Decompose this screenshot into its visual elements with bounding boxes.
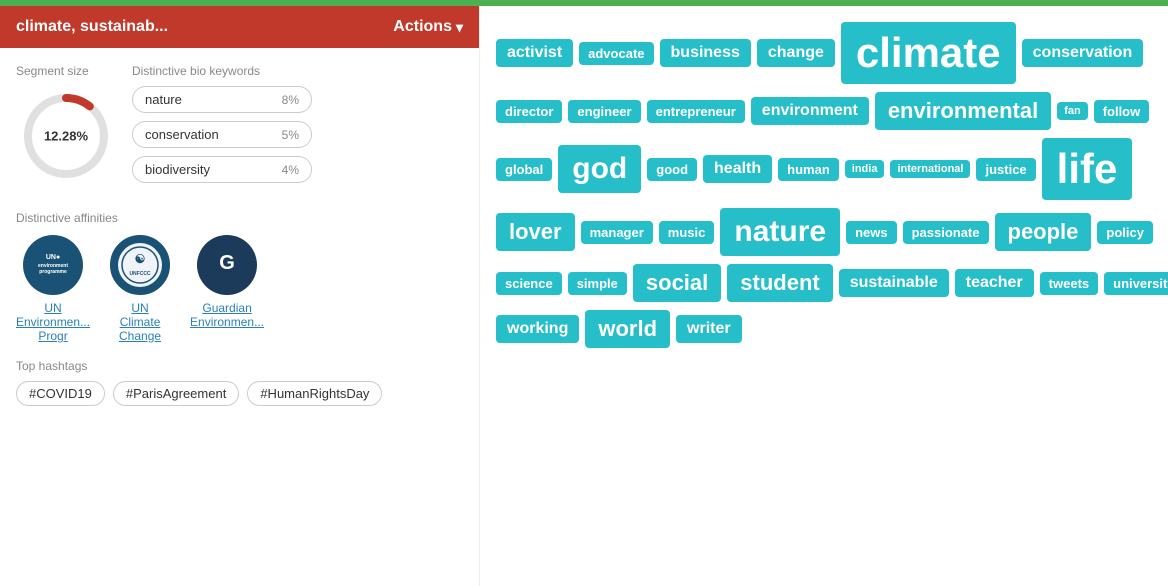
- tag-simple: simple: [568, 272, 627, 295]
- tag-university: university: [1104, 272, 1168, 295]
- affinity-logo-guardian: G: [197, 235, 257, 295]
- tag-international: international: [890, 160, 970, 178]
- tag-climate: climate: [841, 22, 1016, 84]
- tag-student: student: [727, 264, 832, 302]
- tag-social: social: [633, 264, 721, 302]
- tag-nature: nature: [720, 208, 840, 256]
- segment-header: climate, sustainab... Actions: [0, 6, 479, 48]
- segment-size-label: Segment size: [16, 64, 116, 78]
- tag-human: human: [778, 158, 839, 181]
- two-col-section: Segment size 12.28% Distinctive bio keyw…: [16, 64, 463, 191]
- tag-news: news: [846, 221, 897, 244]
- affinity-link-un-env[interactable]: UNEnvironmen...Progr: [16, 301, 90, 343]
- segment-title: climate, sustainab...: [16, 18, 168, 36]
- word-row-2: global godgood health human india internation…: [496, 138, 1152, 200]
- tag-health: health: [703, 155, 772, 183]
- tag-science: science: [496, 272, 562, 295]
- donut-percentage: 12.28%: [44, 129, 88, 144]
- affinity-link-guardian[interactable]: GuardianEnvironmen...: [190, 301, 264, 329]
- word-row-3: lover manager musicnature news passionate peo…: [496, 208, 1152, 256]
- tag-teacher: teacher: [955, 269, 1034, 297]
- svg-text:UN●: UN●: [46, 254, 60, 261]
- tag-engineer: engineer: [568, 100, 640, 123]
- tag-environment: environment: [751, 97, 869, 125]
- hashtag-pill: #HumanRightsDay: [247, 381, 382, 406]
- tag-passionate: passionate: [903, 221, 989, 244]
- tag-business: business: [660, 39, 751, 67]
- affinity-un-climate: ☯ UNFCCC UNClimateChange: [110, 235, 170, 343]
- keyword-pill: biodiversity4%: [132, 156, 312, 183]
- hashtags-label: Top hashtags: [16, 359, 463, 373]
- tag-advocate: advocate: [579, 42, 653, 65]
- affinity-link-un-climate[interactable]: UNClimateChange: [119, 301, 161, 343]
- tag-working: working: [496, 315, 579, 343]
- tag-environmental: environmental: [875, 92, 1051, 130]
- tag-global: global: [496, 158, 552, 181]
- hashtag-pill: #ParisAgreement: [113, 381, 239, 406]
- affinity-un-env: UN● environment programme UNEnvironmen..…: [16, 235, 90, 343]
- tag-tweets: tweets: [1040, 272, 1098, 295]
- svg-text:G: G: [219, 252, 235, 274]
- tag-activist: activist: [496, 39, 573, 67]
- tag-good: good: [647, 158, 697, 181]
- main-container: climate, sustainab... Actions Segment si…: [0, 6, 1168, 586]
- word-row-4: science simple socialstudentsustainabletea…: [496, 264, 1152, 302]
- keyword-pills-container: nature8% conservation5% biodiversity4%: [132, 86, 463, 191]
- tag-writer: writer: [676, 315, 742, 343]
- tag-music: music: [659, 221, 715, 244]
- word-row-1: director engineer entrepreneur environmente…: [496, 92, 1152, 130]
- actions-button[interactable]: Actions: [393, 18, 463, 36]
- tag-world: world: [585, 310, 670, 348]
- svg-text:programme: programme: [39, 269, 67, 275]
- hashtag-pills-container: #COVID19 #ParisAgreement #HumanRightsDay: [16, 381, 463, 414]
- tag-conservation: conservation: [1022, 39, 1144, 67]
- left-panel: climate, sustainab... Actions Segment si…: [0, 6, 480, 586]
- left-content: Segment size 12.28% Distinctive bio keyw…: [0, 48, 479, 430]
- keyword-pill: nature8%: [132, 86, 312, 113]
- tag-life: life: [1042, 138, 1133, 200]
- right-panel: activist advocate businesschangeclimatecon…: [480, 6, 1168, 586]
- tag-sustainable: sustainable: [839, 269, 949, 297]
- word-row-5: workingworldwriter: [496, 310, 1152, 348]
- hashtags-section: Top hashtags #COVID19 #ParisAgreement #Hum…: [16, 359, 463, 414]
- tag-manager: manager: [581, 221, 653, 244]
- affinities-label: Distinctive affinities: [16, 211, 463, 225]
- tag-lover: lover: [496, 213, 575, 251]
- word-cloud: activist advocate businesschangeclimatecon…: [496, 22, 1152, 348]
- segment-size-section: Segment size 12.28%: [16, 64, 116, 191]
- tag-policy: policy: [1097, 221, 1153, 244]
- tag-fan: fan: [1057, 102, 1088, 120]
- affinities-grid: UN● environment programme UNEnvironmen..…: [16, 235, 463, 343]
- tag-india: india: [845, 160, 885, 178]
- svg-text:☯: ☯: [135, 252, 146, 266]
- word-row-0: activist advocate businesschangeclimatecon…: [496, 22, 1152, 84]
- donut-chart: 12.28%: [16, 86, 116, 186]
- bio-keywords-section: Distinctive bio keywords nature8% conserv…: [132, 64, 463, 191]
- affinity-logo-un-climate: ☯ UNFCCC: [110, 235, 170, 295]
- affinities-section: Distinctive affinities UN● environment p…: [16, 211, 463, 343]
- tag-director: director: [496, 100, 562, 123]
- affinity-guardian: G GuardianEnvironmen...: [190, 235, 264, 343]
- tag-god: god: [558, 145, 641, 193]
- tag-change: change: [757, 39, 835, 67]
- tag-people: people: [995, 213, 1092, 251]
- svg-text:UNFCCC: UNFCCC: [129, 271, 150, 277]
- keyword-pill: conservation5%: [132, 121, 312, 148]
- affinity-logo-un-env: UN● environment programme: [23, 235, 83, 295]
- tag-justice: justice: [976, 158, 1035, 181]
- bio-keywords-label: Distinctive bio keywords: [132, 64, 463, 78]
- tag-entrepreneur: entrepreneur: [647, 100, 745, 123]
- hashtag-pill: #COVID19: [16, 381, 105, 406]
- tag-follow: follow: [1094, 100, 1150, 123]
